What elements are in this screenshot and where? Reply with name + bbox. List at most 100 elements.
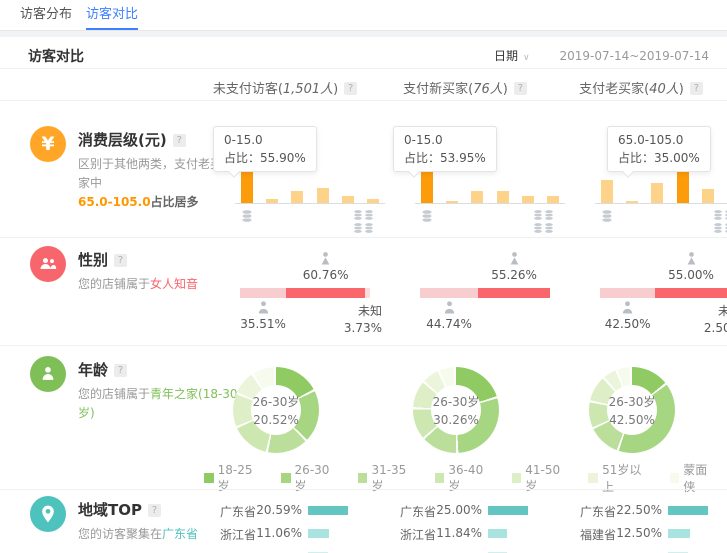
legend-swatch [588,473,598,483]
bar[interactable] [471,191,483,203]
bar[interactable] [626,201,638,203]
column-header: 未支付访客(1,501人) [195,78,375,98]
yen-icon: ¥ [30,126,66,162]
donut-center-label: 26-30岁 [253,393,300,410]
consume-title: 消费层级(元) [78,129,186,150]
tooltip-range: 0-15.0 [404,131,486,149]
unknown-pct: 2.50% [682,320,727,337]
bar[interactable] [601,180,613,203]
legend-swatch [358,473,368,483]
bar[interactable] [266,199,278,203]
help-icon[interactable] [173,134,186,147]
consume-chart-cell[interactable]: 0-15.0占比：55.90% [195,100,375,237]
region-bar[interactable] [668,529,690,538]
gender-icon [30,246,66,282]
region-chart-cell[interactable]: 广东省25.00% 浙江省11.84% [375,490,555,553]
age-title: 年龄 [78,359,127,380]
age-donut-chart[interactable]: 26-30岁30.26% [413,367,499,453]
female-segment[interactable] [286,288,365,298]
bar[interactable] [522,196,534,203]
female-icon [479,251,549,266]
male-icon [593,300,663,315]
chart-tooltip: 0-15.0占比：53.95% [393,126,497,172]
region-chart-cell[interactable]: 广东省20.59% 浙江省11.06% [195,490,375,553]
age-donut-chart[interactable]: 26-30岁42.50% [589,367,675,453]
help-icon[interactable] [344,82,357,95]
male-segment[interactable] [240,288,286,298]
unknown-segment[interactable] [365,288,370,298]
female-segment[interactable] [478,288,550,298]
region-bar[interactable] [308,506,348,515]
region-pct: 20.59% [250,503,302,517]
region-row[interactable]: 浙江省11.84% [375,526,555,544]
gender-chart-cell[interactable]: 60.76%35.51%未知3.73% [195,237,375,345]
male-stat: 35.51% [228,300,298,331]
male-segment[interactable] [600,288,655,298]
chart-tooltip: 0-15.0占比：55.90% [213,126,317,172]
female-segment[interactable] [655,288,727,298]
region-title: 地域TOP [78,499,161,520]
bar[interactable] [342,196,354,203]
region-bar[interactable] [308,529,329,538]
bar[interactable] [497,191,509,203]
gender-chart-cell[interactable]: 55.00%42.50%未知2.50% [555,237,727,345]
female-pct: 55.00% [656,268,726,282]
legend-swatch [670,473,680,483]
gender-chart-cell[interactable]: 55.26%44.74% [375,237,555,345]
gender-bar[interactable] [240,288,370,298]
donut-center-value: 20.52% [253,413,299,427]
help-icon[interactable] [148,504,161,517]
help-icon[interactable] [514,82,527,95]
female-pct: 55.26% [479,268,549,282]
consume-chart-cell[interactable]: 0-15.0占比：53.95% [375,100,555,237]
coin-stack-icon [601,209,613,223]
gender-title: 性别 [78,249,127,270]
legend-swatch [281,473,291,483]
male-pct: 42.50% [593,317,663,331]
male-icon [414,300,484,315]
date-dropdown[interactable]: 日期 [494,49,530,63]
donut-center: 26-30岁42.50% [607,385,657,435]
region-row[interactable] [555,549,727,553]
female-icon [291,251,361,266]
chart-tooltip: 65.0-105.0占比：35.00% [607,126,711,172]
region-row[interactable] [195,549,375,553]
male-icon [228,300,298,315]
bar[interactable] [446,201,458,203]
age-chart-cell[interactable]: 26-30岁30.26% [375,347,555,461]
region-chart-cell[interactable]: 广东省22.50% 福建省12.50% [555,490,727,553]
age-chart-cell[interactable]: 26-30岁 20.52% [195,347,375,461]
region-bar[interactable] [668,506,708,515]
region-bar[interactable] [488,506,528,515]
gender-bar[interactable] [420,288,550,298]
help-icon[interactable] [114,364,127,377]
help-icon[interactable] [690,82,703,95]
region-row[interactable]: 福建省12.50% [555,526,727,544]
help-icon[interactable] [114,254,127,267]
bar[interactable] [651,183,663,203]
region-bar[interactable] [488,529,507,538]
region-row[interactable]: 广东省22.50% [555,503,727,521]
bar[interactable] [291,191,303,203]
region-row[interactable]: 浙江省11.06% [195,526,375,544]
gender-bar[interactable] [600,288,727,298]
column-header-label: 支付新买家(76人) [403,82,508,97]
tab-visitor-distribution[interactable]: 访客分布 [20,0,72,30]
male-segment[interactable] [420,288,478,298]
consume-chart-cell[interactable]: 65.0-105.0占比：35.00% [555,100,727,237]
region-row[interactable]: 广东省25.00% [375,503,555,521]
region-pct: 22.50% [610,503,662,517]
age-chart-cell[interactable]: 26-30岁42.50% [555,347,727,461]
bar[interactable] [702,189,714,203]
column-header: 支付新买家(76人) [375,78,555,98]
bar[interactable] [317,188,329,203]
region-row[interactable] [375,549,555,553]
tooltip-range: 0-15.0 [224,131,306,149]
unknown-stat: 未知3.73% [322,303,382,337]
date-range[interactable]: 2019-07-14~2019-07-14 [559,49,709,63]
female-stat: 55.26% [479,251,549,282]
male-pct: 35.51% [228,317,298,331]
tab-visitor-compare[interactable]: 访客对比 [86,0,138,30]
age-donut-chart[interactable]: 26-30岁 20.52% [233,367,319,453]
region-row[interactable]: 广东省20.59% [195,503,375,521]
